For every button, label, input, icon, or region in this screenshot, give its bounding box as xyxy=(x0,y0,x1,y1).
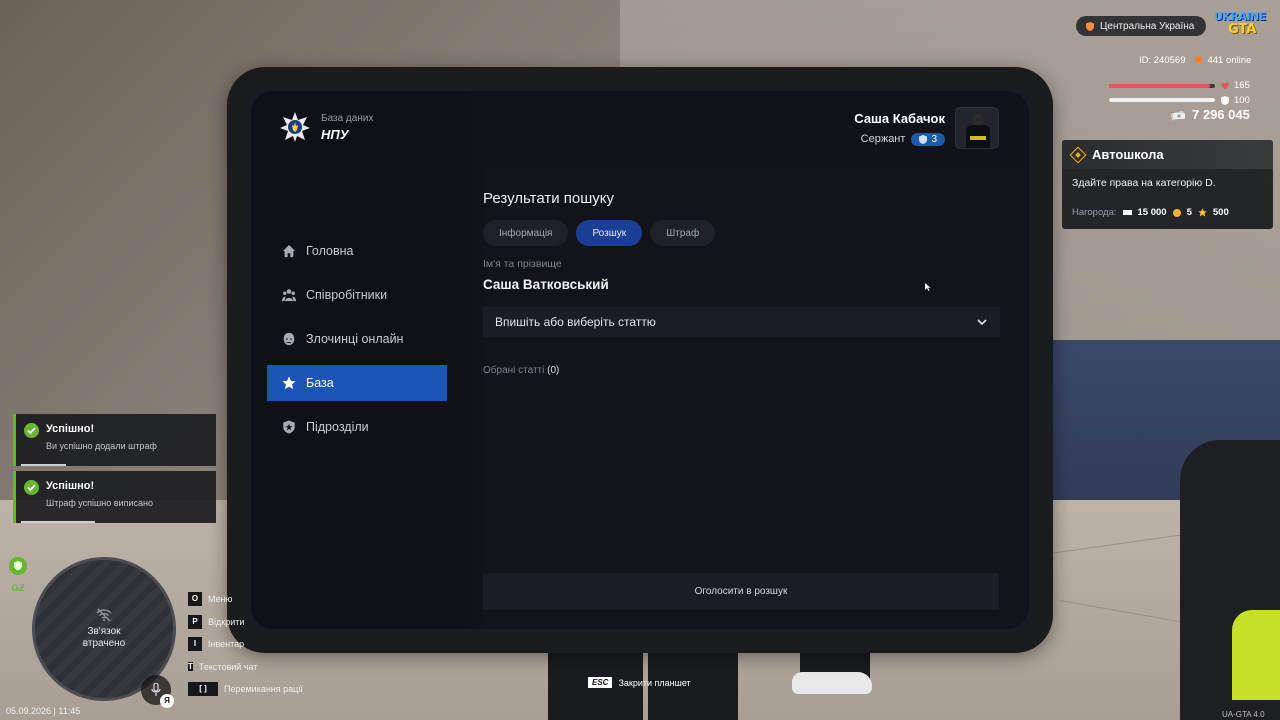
result-tabs: Інформація Розшук Штраф xyxy=(483,220,716,246)
results-heading: Результати пошуку xyxy=(483,190,614,207)
health-value: 165 xyxy=(1234,80,1250,91)
notification-progress xyxy=(21,521,96,523)
player-id: ID: 240569 xyxy=(1139,55,1186,66)
selected-articles-count: (0) xyxy=(547,365,560,376)
region-shield-icon xyxy=(1086,21,1094,31)
tab-fine[interactable]: Штраф xyxy=(650,220,716,246)
key-cap: O xyxy=(188,592,202,607)
online-count-wrap: 441 online xyxy=(1195,55,1251,66)
control-label: Інвентар xyxy=(208,639,245,650)
quest-text: Здайте права на категорію D. xyxy=(1072,177,1216,189)
reward-label: Нагорода: xyxy=(1072,207,1117,218)
quest-reward: Нагорода: 15 000 5 500 xyxy=(1062,189,1273,218)
money-value: 7 296 045 xyxy=(1192,107,1250,122)
heart-icon xyxy=(1221,82,1229,89)
control-hint: I Інвентар xyxy=(188,633,303,656)
selected-articles-label: Обрані статті xyxy=(483,365,545,376)
notification-progress xyxy=(21,464,66,466)
mouse-cursor-icon xyxy=(925,283,931,291)
region-badge: Центральна Україна xyxy=(1076,16,1207,36)
green-zone-indicator: GZ xyxy=(8,557,28,594)
money-display: 7 296 045 xyxy=(1170,107,1250,122)
control-label: Перемикання рації xyxy=(224,684,303,695)
check-icon xyxy=(24,423,39,438)
star-icon xyxy=(1198,208,1207,217)
notification-toast: Успішно! Ви успішно додали штраф xyxy=(13,414,216,466)
cash-icon xyxy=(1122,210,1132,215)
tab-information[interactable]: Інформація xyxy=(483,220,569,246)
announce-wanted-button[interactable]: Оголосити в розшук xyxy=(483,573,999,610)
name-value: Саша Ватковський xyxy=(483,277,609,292)
player-status-line: ID: 240569 441 online xyxy=(1139,55,1251,66)
control-hint: P Відкрити xyxy=(188,611,303,634)
quest-diamond-icon xyxy=(1069,146,1087,163)
green-zone-label: GZ xyxy=(11,583,25,594)
reward-coins: 5 xyxy=(1186,207,1192,218)
health-bar-fill xyxy=(1109,84,1210,88)
article-select-placeholder: Впишіть або виберіть статтю xyxy=(495,315,656,329)
armor-shield-icon xyxy=(1221,96,1229,105)
notification-text: Ви успішно додали штраф xyxy=(46,441,157,451)
control-label: Меню xyxy=(208,594,233,605)
key-cap: [ ] xyxy=(188,682,218,697)
selected-articles: Обрані статті (0) xyxy=(483,365,559,376)
tab-wanted[interactable]: Розшук xyxy=(576,220,643,246)
version-label: UA-GTA 4.0 xyxy=(1222,710,1265,719)
online-dot-icon xyxy=(1195,56,1203,63)
esc-key: ESC xyxy=(588,677,613,688)
no-signal-icon xyxy=(96,608,112,622)
notification-toast: Успішно! Штраф успішно виписано xyxy=(13,471,216,523)
control-label: Текстовий чат xyxy=(198,661,258,672)
server-logo: UKRAINE GTA xyxy=(1214,10,1270,40)
health-label: 165 xyxy=(1221,80,1250,91)
notification-text: Штраф успішно виписано xyxy=(46,498,153,508)
background-character-vest xyxy=(1232,610,1280,700)
armor-bar-fill xyxy=(1109,98,1215,102)
key-cap: T xyxy=(188,661,193,671)
coin-icon xyxy=(1172,208,1181,217)
microphone-icon xyxy=(151,683,161,696)
key-cap: P xyxy=(188,614,202,629)
minimap-status: Зв'язок втрачено xyxy=(82,626,126,649)
reward-money: 15 000 xyxy=(1137,207,1167,218)
name-label: Ім'я та прізвище xyxy=(483,258,562,270)
date-time: 05.09.2026 | 11:45 xyxy=(6,706,81,716)
region-name: Центральна Україна xyxy=(1100,20,1195,32)
armor-value: 100 xyxy=(1234,95,1250,106)
control-hint: O Меню xyxy=(188,588,303,611)
quest-title: Автошкола xyxy=(1092,147,1164,162)
control-hints: O Меню P Відкрити I Інвентар T Текстовий чат… xyxy=(188,588,303,701)
online-count: 441 online xyxy=(1207,55,1252,66)
notification-title: Успішно! xyxy=(46,423,95,435)
check-icon xyxy=(24,480,39,495)
armor-label: 100 xyxy=(1221,95,1250,106)
voice-key: Я xyxy=(160,694,174,708)
reward-stars: 500 xyxy=(1212,207,1229,218)
close-tablet-label: Закрити планшет xyxy=(618,677,691,688)
close-tablet-hint: ESC Закрити планшет xyxy=(588,677,691,688)
chevron-down-icon xyxy=(977,319,987,326)
character-shoe xyxy=(792,672,872,694)
search-results: Результати пошуку Інформація Розшук Штра… xyxy=(251,91,1029,629)
control-label: Відкрити xyxy=(208,616,245,627)
quest-header: Автошкола xyxy=(1062,140,1273,169)
green-zone-shield-icon xyxy=(9,557,27,575)
notification-title: Успішно! xyxy=(46,480,95,492)
article-select[interactable]: Впишіть або виберіть статтю xyxy=(483,307,1000,337)
cash-icon xyxy=(1170,110,1185,120)
key-cap: I xyxy=(188,637,202,652)
control-hint: T Текстовий чат xyxy=(188,656,303,679)
quest-card: Автошкола Здайте права на категорію D. Н… xyxy=(1062,140,1273,229)
logo-bottom-text: GTA xyxy=(1228,22,1257,37)
control-hint: [ ] Перемикання рації xyxy=(188,678,303,701)
